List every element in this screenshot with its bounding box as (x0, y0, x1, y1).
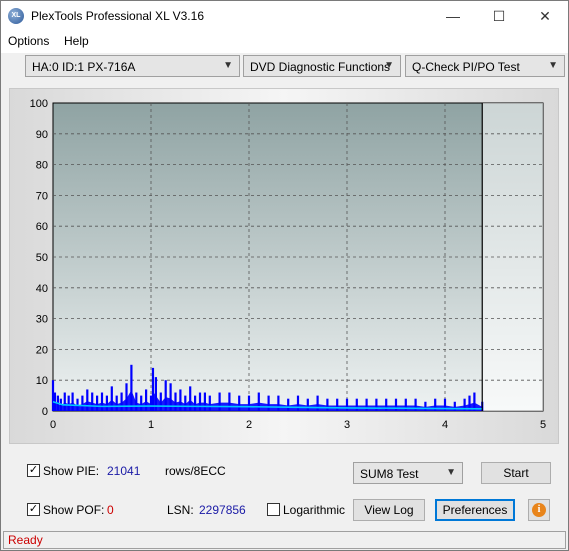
test-select-value: Q-Check PI/PO Test (412, 60, 520, 74)
y-tick-label: 50 (36, 252, 48, 264)
x-tick-label: 0 (50, 419, 56, 431)
y-tick-label: 0 (42, 406, 48, 418)
y-tick-label: 70 (36, 190, 48, 202)
y-tick-label: 100 (30, 98, 48, 110)
minimize-button[interactable]: — (430, 1, 476, 31)
lsn-label: LSN: (167, 503, 194, 517)
function-select[interactable]: DVD Diagnostic Functions ▼ (243, 55, 401, 77)
test-select[interactable]: Q-Check PI/PO Test ▼ (405, 55, 565, 77)
drive-select-value: HA:0 ID:1 PX-716A (32, 60, 136, 74)
pie-value: 21041 (107, 464, 141, 478)
y-tick-label: 80 (36, 160, 48, 172)
show-pie-checkbox[interactable]: ✓ (27, 464, 40, 477)
sum-test-value: SUM8 Test (360, 467, 419, 481)
chevron-down-icon: ▼ (548, 60, 558, 71)
show-pie-label: Show PIE: (43, 464, 100, 478)
pi-po-chart: 0 10 20 30 40 50 60 70 80 90 100 0 1 2 3 4 5 (30, 98, 546, 431)
pie-unit: rows/8ECC (165, 464, 226, 478)
y-tick-label: 90 (36, 129, 48, 141)
lsn-value: 2297856 (199, 503, 246, 517)
status-text: Ready (8, 533, 43, 547)
sum-test-select[interactable]: SUM8 Test ▼ (353, 462, 463, 484)
preferences-button[interactable]: Preferences (435, 499, 515, 521)
info-icon: i (532, 503, 546, 517)
y-tick-label: 30 (36, 314, 48, 326)
y-tick-label: 10 (36, 375, 48, 387)
pof-value: 0 (107, 503, 114, 517)
menu-bar: Options Help (1, 31, 568, 53)
drive-select[interactable]: HA:0 ID:1 PX-716A ▼ (25, 55, 240, 77)
status-bar: Ready (3, 531, 566, 549)
close-button[interactable]: ✕ (522, 1, 568, 31)
menu-help[interactable]: Help (64, 34, 89, 48)
toolbar: HA:0 ID:1 PX-716A ▼ DVD Diagnostic Funct… (1, 53, 568, 81)
menu-options[interactable]: Options (8, 34, 49, 48)
y-tick-label: 20 (36, 344, 48, 356)
x-tick-label: 3 (344, 419, 350, 431)
start-button[interactable]: Start (481, 462, 551, 484)
function-select-value: DVD Diagnostic Functions (250, 60, 391, 74)
window-title: PlexTools Professional XL V3.16 (31, 9, 204, 23)
chevron-down-icon: ▼ (446, 467, 456, 478)
logarithmic-checkbox[interactable] (267, 503, 280, 516)
maximize-button[interactable]: ☐ (476, 1, 522, 31)
y-tick-label: 60 (36, 221, 48, 233)
app-window: XL PlexTools Professional XL V3.16 — ☐ ✕… (0, 0, 569, 551)
x-tick-label: 2 (246, 419, 252, 431)
chart-panel: 0 10 20 30 40 50 60 70 80 90 100 0 1 2 3 4 5 (9, 88, 559, 444)
x-tick-label: 1 (148, 419, 154, 431)
controls-panel: ✓ Show PIE: 21041 rows/8ECC SUM8 Test ▼ … (9, 453, 559, 529)
x-tick-label: 4 (442, 419, 448, 431)
x-tick-label: 5 (540, 419, 546, 431)
view-log-button[interactable]: View Log (353, 499, 425, 521)
chevron-down-icon: ▼ (223, 60, 233, 71)
info-button[interactable]: i (528, 499, 550, 521)
app-logo-icon: XL (8, 8, 24, 24)
y-tick-label: 40 (36, 283, 48, 295)
title-bar: XL PlexTools Professional XL V3.16 — ☐ ✕ (1, 1, 568, 31)
logarithmic-label: Logarithmic (283, 503, 346, 517)
show-pof-checkbox[interactable]: ✓ (27, 503, 40, 516)
chevron-down-icon: ▼ (384, 60, 394, 71)
show-pof-label: Show POF: (43, 503, 105, 517)
